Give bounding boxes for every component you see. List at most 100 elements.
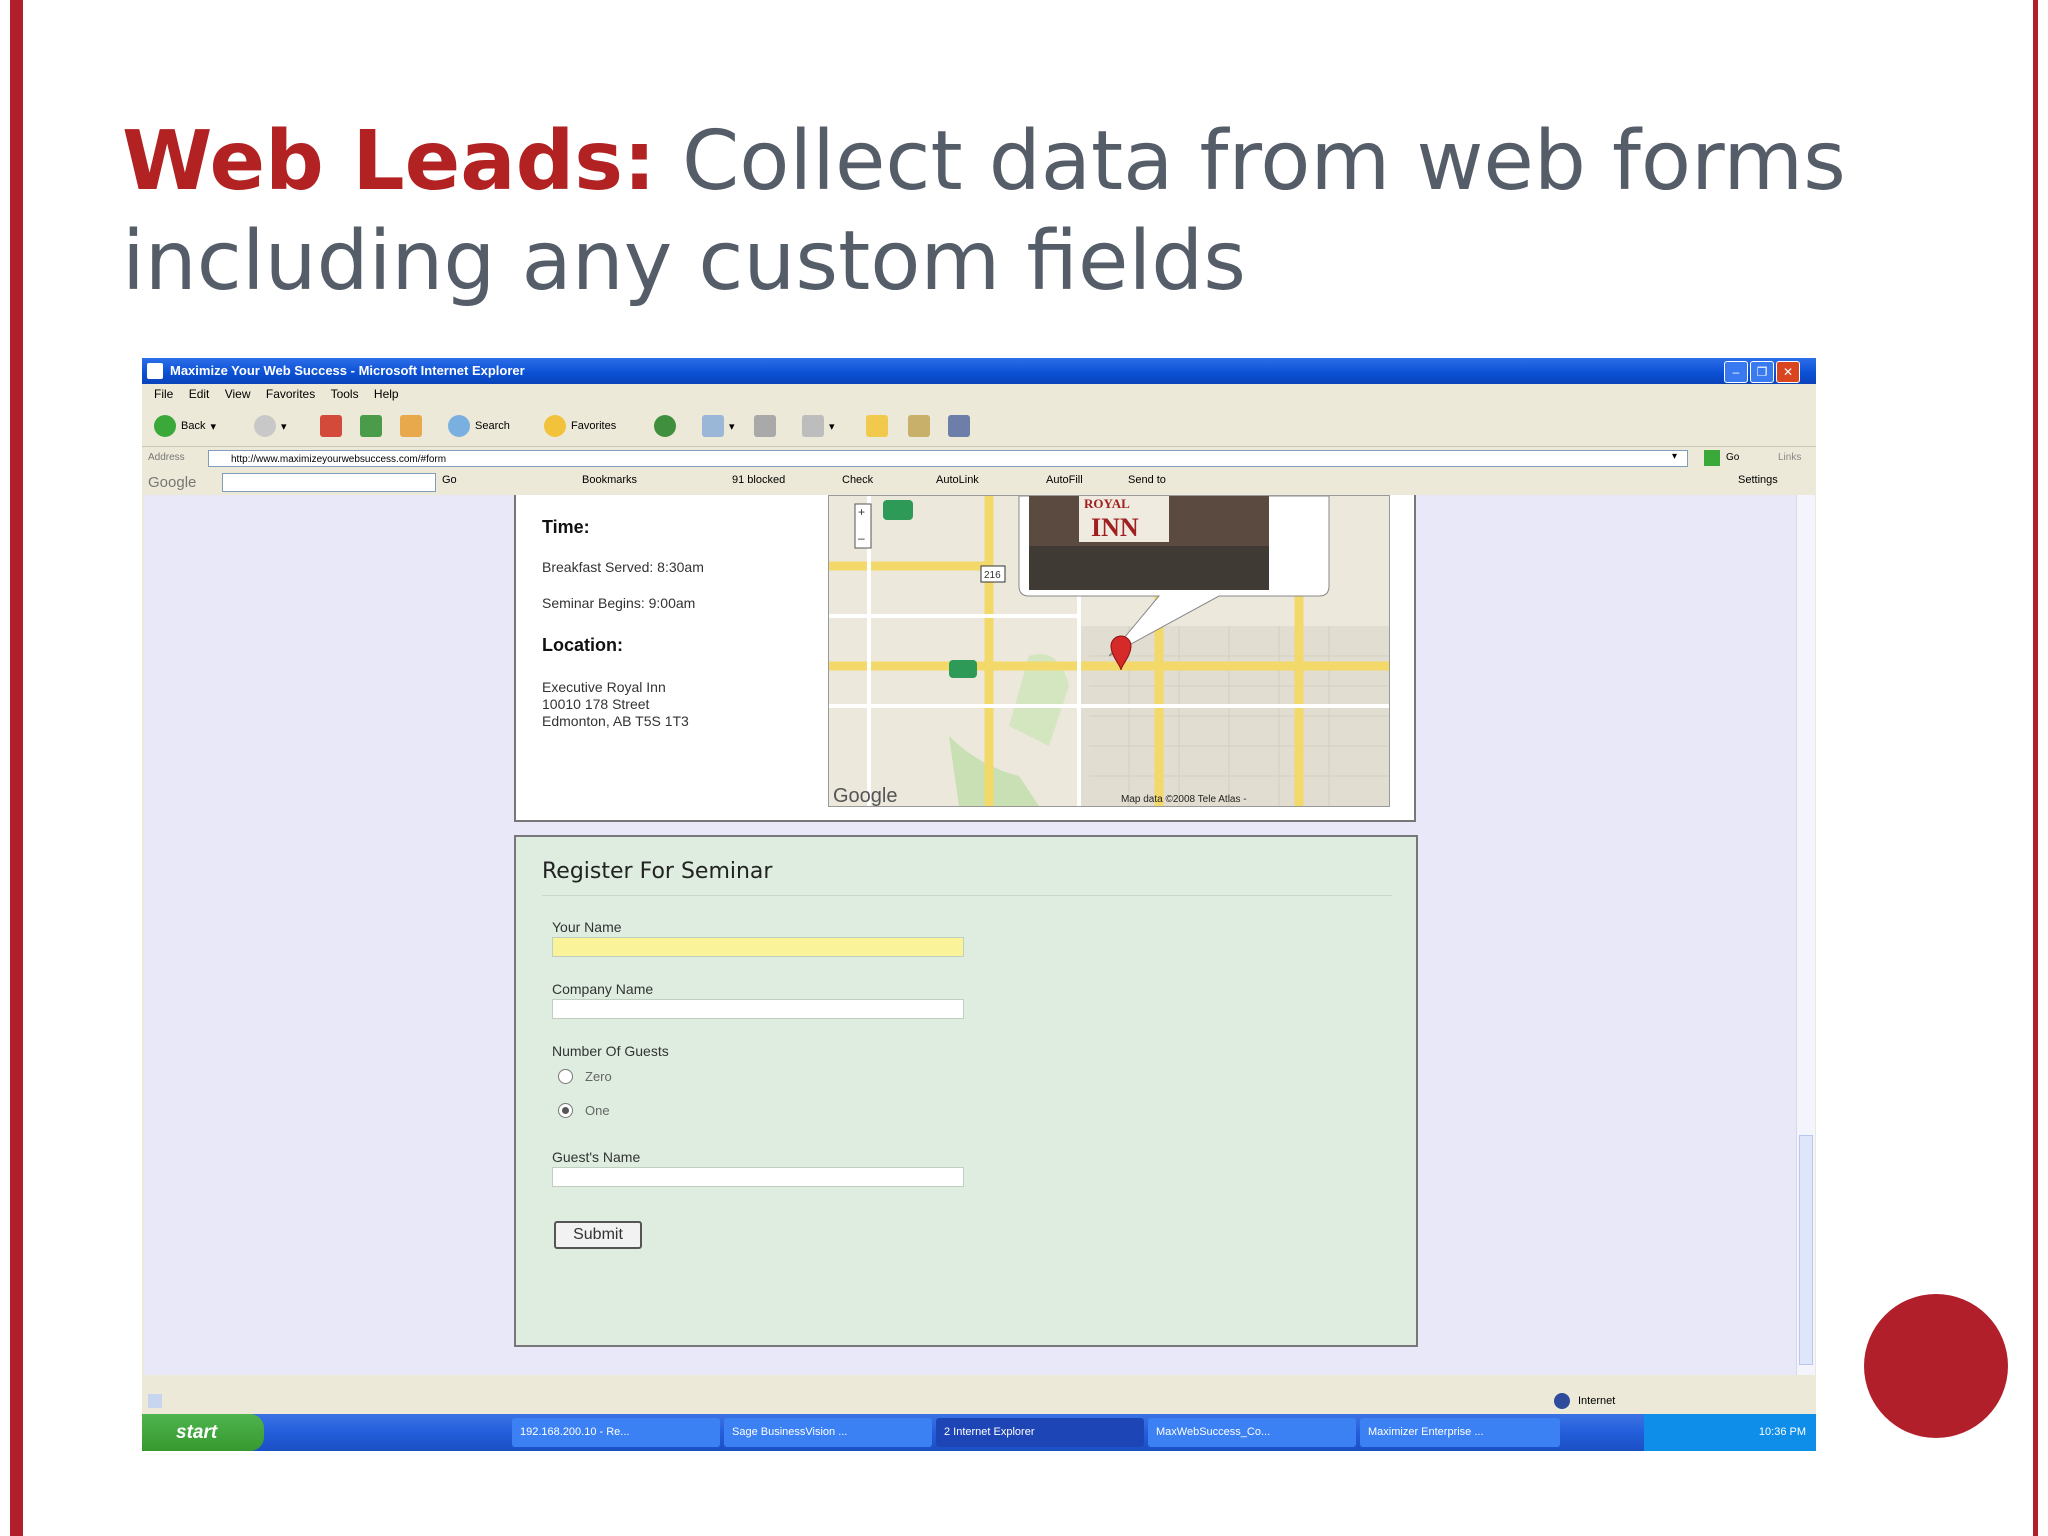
browser-screenshot: Maximize Your Web Success - Microsoft In… xyxy=(142,358,1816,1451)
taskbar-item-maximizer[interactable]: Maximizer Enterprise ... xyxy=(1360,1418,1560,1447)
seminar-time: Seminar Begins: 9:00am xyxy=(542,595,696,611)
windows-taskbar: start 192.168.200.10 - Re... Sage Busine… xyxy=(142,1414,1816,1451)
google-toolbar-logo: Google xyxy=(148,474,197,491)
google-settings-button[interactable]: Settings xyxy=(1738,474,1778,486)
links-button[interactable]: Links xyxy=(1778,452,1801,463)
address-dropdown-icon[interactable]: ▾ xyxy=(1672,451,1677,462)
inn-sign-royal: ROYAL xyxy=(1084,496,1130,511)
edit-button[interactable]: ▾ xyxy=(802,415,835,437)
location-map[interactable]: 216 + – ROYAL INN Google Map data ©2008 … xyxy=(828,495,1390,807)
taskbar-item-maxwebsuccess[interactable]: MaxWebSuccess_Co... xyxy=(1148,1418,1356,1447)
google-search-input[interactable] xyxy=(222,473,436,492)
send-to-button[interactable]: Send to xyxy=(1128,474,1166,486)
forward-arrow-icon xyxy=(254,415,276,437)
slide-frame-left xyxy=(10,0,23,1536)
taskbar-item-sage[interactable]: Sage BusinessVision ... xyxy=(724,1418,932,1447)
address-label: Address xyxy=(148,452,185,463)
scrollbar-thumb[interactable] xyxy=(1799,1135,1813,1365)
window-title: Maximize Your Web Success - Microsoft In… xyxy=(170,363,525,378)
history-button[interactable] xyxy=(654,415,676,437)
forward-button[interactable]: ▾ xyxy=(254,415,287,437)
breakfast-time: Breakfast Served: 8:30am xyxy=(542,559,704,575)
mail-button[interactable]: ▾ xyxy=(702,415,735,437)
refresh-button[interactable] xyxy=(360,415,382,437)
menu-edit[interactable]: Edit xyxy=(189,387,210,401)
history-icon xyxy=(654,415,676,437)
bookmarks-button[interactable]: Bookmarks xyxy=(582,474,637,486)
window-titlebar: Maximize Your Web Success - Microsoft In… xyxy=(142,358,1816,384)
address-line-3: Edmonton, AB T5S 1T3 xyxy=(542,713,689,729)
system-clock: 10:36 PM xyxy=(1758,1426,1806,1438)
standard-toolbar: Back ▾ ▾ Search Favorites ▾ ▾ xyxy=(142,404,1816,447)
inn-sign-inn: INN xyxy=(1091,513,1139,542)
popup-blocked-button[interactable]: 91 blocked xyxy=(732,474,785,486)
location-heading: Location: xyxy=(542,635,623,655)
home-icon xyxy=(400,415,422,437)
go-button[interactable]: Go xyxy=(1726,452,1739,463)
internet-zone-label: Internet xyxy=(1578,1395,1616,1407)
submit-button[interactable]: Submit xyxy=(554,1221,642,1249)
home-button[interactable] xyxy=(400,415,422,437)
page-scrollbar[interactable] xyxy=(1796,495,1815,1375)
research-icon xyxy=(948,415,970,437)
guests-option-zero[interactable]: Zero xyxy=(558,1069,612,1084)
company-name-input[interactable] xyxy=(552,999,964,1019)
messenger-button[interactable] xyxy=(908,415,930,437)
map-credit: Map data ©2008 Tele Atlas - xyxy=(1121,794,1247,805)
maximize-icon[interactable]: ❐ xyxy=(1750,361,1774,383)
svg-text:+: + xyxy=(858,505,865,519)
autofill-button[interactable]: AutoFill xyxy=(1046,474,1083,486)
google-go-button[interactable]: Go xyxy=(442,474,457,486)
research-button[interactable] xyxy=(948,415,970,437)
search-button[interactable]: Search xyxy=(448,415,510,437)
your-name-label: Your Name xyxy=(552,919,622,935)
system-tray: 10:36 PM xyxy=(1644,1414,1816,1451)
search-icon xyxy=(448,415,470,437)
print-icon xyxy=(754,415,776,437)
autolink-button[interactable]: AutoLink xyxy=(936,474,979,486)
ie-icon xyxy=(147,363,163,379)
status-bar: Internet xyxy=(142,1390,1816,1412)
spell-check-button[interactable]: Check xyxy=(842,474,873,486)
back-arrow-icon xyxy=(154,415,176,437)
time-heading: Time: xyxy=(542,517,590,537)
taskbar-item-ie[interactable]: 2 Internet Explorer xyxy=(936,1418,1144,1447)
favorites-button[interactable]: Favorites xyxy=(544,415,616,437)
refresh-icon xyxy=(360,415,382,437)
page-status-icon xyxy=(148,1394,162,1408)
form-divider xyxy=(542,895,1392,896)
menu-help[interactable]: Help xyxy=(374,387,399,401)
stop-button[interactable] xyxy=(320,415,342,437)
form-title: Register For Seminar xyxy=(542,859,773,884)
print-button[interactable] xyxy=(754,415,776,437)
menu-file[interactable]: File xyxy=(154,387,173,401)
slide-frame-right xyxy=(2033,0,2038,1536)
search-label: Search xyxy=(475,420,510,432)
radio-one-icon[interactable] xyxy=(558,1103,573,1118)
discuss-button[interactable] xyxy=(866,415,888,437)
your-name-input[interactable] xyxy=(552,937,964,957)
address-bar: Address http://www.maximizeyourwebsucces… xyxy=(142,448,1816,470)
google-toolbar: Google Go Bookmarks 91 blocked Check Aut… xyxy=(142,470,1816,494)
radio-zero-icon[interactable] xyxy=(558,1069,573,1084)
minimize-icon[interactable]: – xyxy=(1724,361,1748,383)
event-info-box: Time: Breakfast Served: 8:30am Seminar B… xyxy=(514,495,1416,822)
back-button[interactable]: Back ▾ xyxy=(154,415,216,437)
favorites-star-icon xyxy=(544,415,566,437)
guest-name-label: Guest's Name xyxy=(552,1149,641,1165)
taskbar-item-remote[interactable]: 192.168.200.10 - Re... xyxy=(512,1418,720,1447)
map-google-logo: Google xyxy=(833,785,898,807)
address-line-1: Executive Royal Inn xyxy=(542,679,666,695)
start-button[interactable]: start xyxy=(142,1414,264,1451)
guest-name-input[interactable] xyxy=(552,1167,964,1187)
go-arrow-icon[interactable] xyxy=(1704,450,1720,466)
edit-icon xyxy=(802,415,824,437)
menu-bar: File Edit View Favorites Tools Help xyxy=(142,384,1816,404)
slide-title-highlight: Web Leads: xyxy=(122,114,656,209)
menu-favorites[interactable]: Favorites xyxy=(266,387,315,401)
menu-tools[interactable]: Tools xyxy=(331,387,359,401)
close-icon[interactable]: ✕ xyxy=(1776,361,1800,383)
guests-option-one[interactable]: One xyxy=(558,1103,610,1118)
menu-view[interactable]: View xyxy=(225,387,251,401)
address-input[interactable]: http://www.maximizeyourwebsuccess.com/#f… xyxy=(208,450,1688,467)
